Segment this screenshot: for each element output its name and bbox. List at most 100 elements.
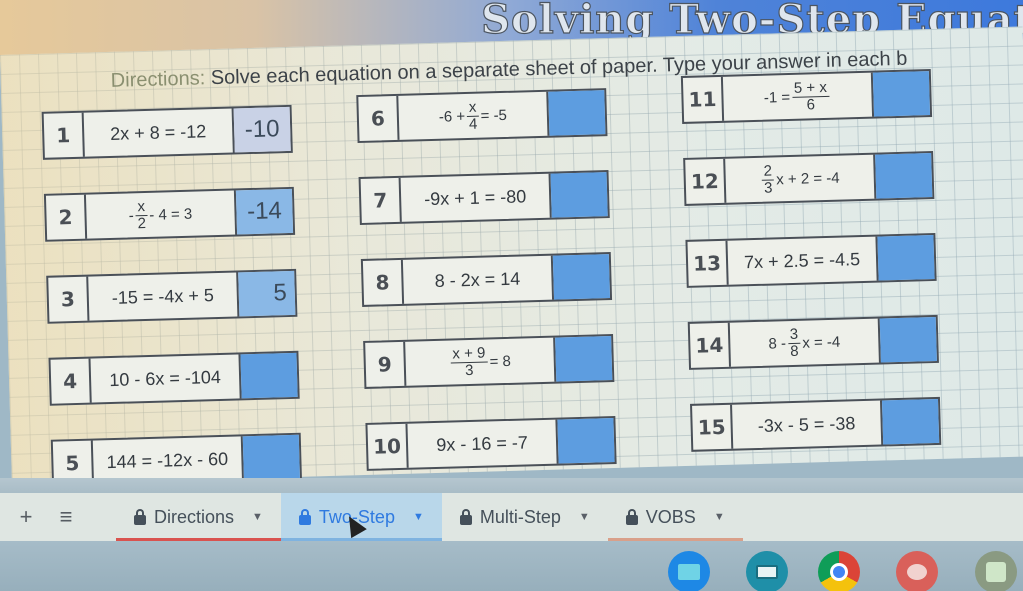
problem-row: 12 2 3 x + 2 = -4	[683, 150, 935, 206]
problem-row: 6 -6 + x4 = -5	[356, 88, 608, 144]
equation-suffix: = -5	[480, 106, 508, 125]
chevron-down-icon[interactable]: ▼	[579, 511, 590, 523]
add-sheet-icon[interactable]: +	[6, 504, 46, 530]
tab-multi-step[interactable]: Multi-Step ▼	[442, 493, 608, 541]
tab-label: VOBS	[645, 506, 696, 527]
answer-input[interactable]	[548, 90, 606, 136]
problem-equation: 8 - 38x = -4	[729, 318, 881, 367]
problem-number: 8	[362, 259, 405, 305]
answer-input[interactable]	[872, 71, 931, 117]
answer-input[interactable]: -14	[235, 188, 294, 235]
problem-equation: 9x - 16 = -7	[407, 419, 559, 468]
fraction-numerator: x + 9	[450, 344, 488, 364]
problem-equation: -3x - 5 = -38	[732, 400, 884, 449]
classroom-icon[interactable]	[746, 551, 788, 591]
equation-prefix: -	[128, 206, 135, 224]
problem-number: 6	[358, 95, 400, 141]
lock-icon	[625, 509, 638, 525]
problem-number: 3	[48, 276, 90, 322]
equation-suffix: - 4 = 3	[149, 205, 193, 224]
equation-prefix: 8 -	[768, 334, 787, 353]
answer-input[interactable]: 5	[238, 270, 296, 317]
equation-prefix: -1 =	[763, 88, 791, 107]
problem-number: 13	[687, 240, 729, 286]
problem-equation: -9x + 1 = -80	[400, 173, 552, 222]
fraction: x4	[466, 98, 479, 133]
fraction-denominator: 4	[468, 115, 478, 133]
problem-equation: 23x + 2 = -4	[725, 154, 877, 203]
answer-input[interactable]	[242, 434, 300, 481]
problem-number: 2	[45, 194, 88, 240]
tab-vobs[interactable]: VOBS ▼	[607, 493, 743, 541]
problem-number: 14	[689, 322, 731, 368]
fraction-numerator: x	[135, 198, 148, 216]
answer-input[interactable]	[557, 418, 615, 464]
tab-two-step[interactable]: Two-Step ▼	[280, 493, 442, 541]
screen: Solving Two-Step Equat Directions: Solve…	[0, 0, 1023, 591]
fraction-numerator: 2	[761, 162, 775, 181]
sheet-tabs: Directions ▼ Two-Step ▼ Multi-Step ▼ VOBS ▼	[116, 493, 743, 541]
problem-equation: 7x + 2.5 = -4.5	[727, 236, 879, 285]
answer-input[interactable]	[879, 316, 937, 363]
fraction: x + 93	[450, 344, 488, 379]
fraction-denominator: 6	[806, 95, 816, 113]
fraction: x2	[135, 198, 148, 232]
files-icon[interactable]	[668, 551, 710, 591]
problem-number: 1	[43, 112, 85, 158]
equation-suffix: = 8	[489, 352, 512, 370]
equation-suffix: x + 2 = -4	[776, 169, 840, 188]
problem-equation: - x2 - 4 = 3	[85, 190, 238, 239]
chevron-down-icon[interactable]: ▼	[252, 511, 263, 523]
problem-row: 10 9x - 16 = -7	[365, 415, 617, 471]
problem-row: 2- x2 - 4 = 3 -14	[43, 186, 296, 242]
problem-equation: -6 + x4 = -5	[398, 91, 550, 140]
problem-row: 13 7x + 2.5 = -4.5	[685, 232, 937, 288]
answer-input[interactable]	[555, 336, 613, 382]
problem-equation: 2x + 8 = -12	[83, 108, 235, 157]
horizontal-scrollbar[interactable]	[0, 478, 1023, 494]
problem-row: 3 -15 = -4x + 55	[46, 268, 298, 324]
answer-input[interactable]	[550, 172, 608, 218]
fraction-denominator: 3	[464, 361, 474, 379]
all-sheets-menu-icon[interactable]: ≡	[46, 504, 86, 530]
answer-input[interactable]	[881, 398, 940, 445]
answer-input[interactable]	[240, 352, 298, 399]
fraction: 5 + x6	[791, 78, 830, 113]
problem-number: 11	[682, 76, 725, 122]
sheet-tab-bar: + ≡ Directions ▼ Two-Step ▼ Multi-Step ▼ VOBS ▼	[0, 493, 1023, 541]
problem-equation: 10 - 6x = -104	[90, 354, 242, 403]
problem-equation: -1 = 5 + x6	[722, 72, 875, 121]
lock-icon	[134, 509, 146, 525]
calculator-icon[interactable]	[975, 551, 1017, 591]
answer-input[interactable]	[877, 235, 935, 281]
fraction-numerator: x	[466, 98, 479, 117]
paint-icon[interactable]	[896, 551, 938, 591]
tab-label: Multi-Step	[479, 506, 561, 527]
equation-prefix: -6 +	[438, 107, 466, 126]
directions-label: Directions:	[110, 67, 206, 92]
fraction-denominator: 3	[763, 178, 773, 197]
problem-row: 15 -3x - 5 = -38	[690, 396, 942, 452]
fraction: 38	[787, 325, 801, 360]
problem-number: 4	[50, 358, 92, 404]
problem-number: 15	[692, 404, 734, 450]
lock-icon	[298, 509, 311, 525]
worksheet: Directions: Solve each equation on a sep…	[0, 26, 1023, 488]
lock-icon	[459, 509, 472, 525]
fraction-numerator: 5 + x	[791, 78, 830, 98]
os-shelf	[0, 541, 1023, 591]
answer-input[interactable]	[875, 153, 933, 199]
tab-directions[interactable]: Directions ▼	[116, 493, 281, 541]
chevron-down-icon[interactable]: ▼	[413, 511, 424, 523]
fraction-numerator: 3	[787, 325, 801, 344]
problem-equation: x + 93 = 8	[405, 337, 557, 386]
answer-input[interactable]	[552, 254, 611, 300]
fraction: 23	[761, 162, 775, 197]
problem-row: 88 - 2x = 14	[360, 252, 613, 307]
answer-input[interactable]: -10	[233, 106, 291, 153]
chrome-icon[interactable]	[818, 551, 860, 591]
problem-equation: 8 - 2x = 14	[402, 255, 555, 304]
problem-row: 11 -1 = 5 + x6	[680, 69, 933, 124]
problem-row: 7 -9x + 1 = -80	[358, 170, 610, 226]
chevron-down-icon[interactable]: ▼	[714, 511, 725, 523]
